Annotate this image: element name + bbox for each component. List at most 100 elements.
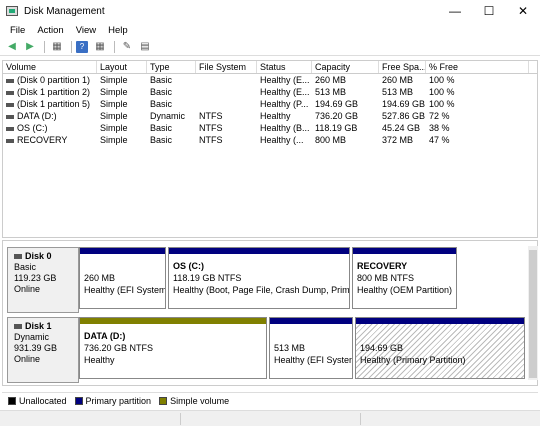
partition-status: Healthy (OEM Partition) (357, 285, 453, 295)
disk-pane: Disk 0 Basic 119.23 GB Online 260 MB Hea… (2, 240, 538, 386)
window-controls: — ☐ ✕ (438, 0, 540, 22)
column-header-free-space[interactable]: Free Spa... (379, 61, 426, 73)
help-icon[interactable]: ? (76, 40, 88, 53)
console-icon[interactable]: ▤ (137, 40, 153, 54)
partition-status: Healthy (Primary Partition) (360, 355, 466, 365)
volume-icon (6, 138, 14, 143)
cell-text: Basic (150, 87, 173, 97)
partition-title: OS (C:) (173, 261, 204, 271)
cell-text: Simple (100, 99, 128, 109)
legend-item-simple: Simple volume (159, 396, 229, 406)
cell-text: 372 MB (382, 135, 414, 145)
column-header-layout[interactable]: Layout (97, 61, 147, 73)
cell-percent-free: 100 % (426, 98, 529, 110)
volume-row[interactable]: (Disk 1 partition 2) Simple Basic Healthy (… (3, 86, 537, 98)
disk-name: Disk 0 (25, 251, 52, 261)
cell-text: Healthy (260, 111, 291, 121)
cell-type: Basic (147, 122, 196, 134)
title-bar: Disk Management — ☐ ✕ (0, 0, 540, 22)
cell-capacity: 260 MB (312, 74, 379, 86)
forward-arrow-icon[interactable]: ▶ (22, 40, 38, 54)
disk-pane-scrollbar[interactable] (528, 246, 538, 380)
cell-free-space: 513 MB (379, 86, 426, 98)
disk-name: Disk 1 (25, 321, 52, 331)
column-header-file-system[interactable]: File System (196, 61, 257, 73)
cell-free-space: 372 MB (379, 134, 426, 146)
cell-text: RECOVERY (17, 135, 68, 145)
menu-file[interactable]: File (4, 25, 31, 36)
cell-text: NTFS (199, 123, 223, 133)
toolbar-separator (71, 40, 72, 53)
cell-layout: Simple (97, 122, 147, 134)
menu-action[interactable]: Action (31, 25, 69, 36)
cell-text: 45.24 GB (382, 123, 421, 133)
disk-1-partition-efi[interactable]: 513 MB Healthy (EFI System (269, 317, 353, 379)
volume-icon (6, 78, 14, 83)
cell-file-system: NTFS (196, 110, 257, 122)
legend-swatch (74, 396, 83, 405)
cell-layout: Simple (97, 110, 147, 122)
cell-layout: Simple (97, 74, 147, 86)
column-header-type[interactable]: Type (147, 61, 196, 73)
cell-free-space: 45.24 GB (379, 122, 426, 134)
connect-icon[interactable]: ✎ (119, 40, 135, 54)
toolbar: ◀ ▶ ▦ ? ▦ ✎ ▤ (0, 38, 540, 56)
cell-text: 100 % (429, 75, 455, 85)
cell-text: Basic (150, 123, 173, 133)
details-icon[interactable]: ▦ (92, 40, 108, 54)
volume-row[interactable]: (Disk 0 partition 1) Simple Basic Healthy (… (3, 74, 537, 86)
scrollbar-thumb[interactable] (529, 250, 537, 378)
legend: Unallocated Primary partition Simple vol… (2, 392, 538, 408)
cell-text: NTFS (199, 135, 223, 145)
cell-layout: Simple (97, 134, 147, 146)
cell-status: Healthy (B... (257, 122, 312, 134)
maximize-button[interactable]: ☐ (472, 0, 506, 22)
disk-size: 119.23 GB (14, 273, 57, 283)
volume-row[interactable]: DATA (D:) Simple Dynamic NTFS Healthy 736.20 … (3, 110, 537, 122)
menu-view[interactable]: View (70, 25, 102, 36)
back-arrow-icon[interactable]: ◀ (4, 40, 20, 54)
column-header-percent-free[interactable]: % Free (426, 61, 529, 73)
cell-capacity: 118.19 GB (312, 122, 379, 134)
menu-help[interactable]: Help (102, 25, 134, 36)
volume-icon (6, 90, 14, 95)
column-header-volume[interactable]: Volume (3, 61, 97, 73)
cell-text: Simple (100, 75, 128, 85)
disk-1-label[interactable]: Disk 1 Dynamic 931.39 GB Online (7, 317, 79, 383)
volume-row[interactable]: OS (C:) Simple Basic NTFS Healthy (B... 118.1… (3, 122, 537, 134)
properties-icon[interactable]: ▦ (49, 40, 65, 54)
disk-status: Online (14, 284, 41, 294)
minimize-button[interactable]: — (438, 0, 472, 22)
partition-size: 260 MB (84, 273, 116, 283)
menu-bar: File Action View Help (0, 22, 540, 38)
cell-capacity: 513 MB (312, 86, 379, 98)
disk-0-partition-os[interactable]: OS (C:) 118.19 GB NTFS Healthy (Boot, Pa… (168, 247, 350, 309)
close-button[interactable]: ✕ (506, 0, 540, 22)
disk-0-partition-recovery[interactable]: RECOVERY 800 MB NTFS Healthy (OEM Partit… (352, 247, 457, 309)
disk-0-label[interactable]: Disk 0 Basic 119.23 GB Online (7, 247, 79, 313)
cell-percent-free: 100 % (426, 86, 529, 98)
column-header-capacity[interactable]: Capacity (312, 61, 379, 73)
cell-text: OS (C:) (17, 123, 48, 133)
legend-swatch (8, 396, 16, 405)
cell-text: DATA (D:) (17, 111, 57, 121)
disk-1-partition-primary[interactable]: 194.69 GB Healthy (Primary Partition) (355, 317, 525, 379)
cell-type: Dynamic (147, 110, 196, 122)
legend-item-primary: Primary partition (74, 396, 151, 406)
status-segment (180, 413, 181, 425)
partition-status: Healthy (EFI System (84, 285, 165, 295)
disk-0-partition-efi[interactable]: 260 MB Healthy (EFI System (79, 247, 166, 309)
partition-size: 194.69 GB (360, 343, 404, 353)
cell-text: 800 MB (315, 135, 347, 145)
cell-text: 260 MB (382, 75, 414, 85)
disk-1-partition-data[interactable]: DATA (D:) 736.20 GB NTFS Healthy (79, 317, 267, 379)
volume-row[interactable]: RECOVERY Simple Basic NTFS Healthy (... 800 M… (3, 134, 537, 146)
volume-row[interactable]: (Disk 1 partition 5) Simple Basic Healthy (… (3, 98, 537, 110)
cell-type: Basic (147, 98, 196, 110)
cell-status: Healthy (P... (257, 98, 312, 110)
cell-text: 38 % (429, 123, 450, 133)
disk-status: Online (14, 354, 41, 364)
column-header-status[interactable]: Status (257, 61, 312, 73)
cell-file-system (196, 86, 257, 98)
cell-volume: (Disk 0 partition 1) (3, 74, 97, 86)
